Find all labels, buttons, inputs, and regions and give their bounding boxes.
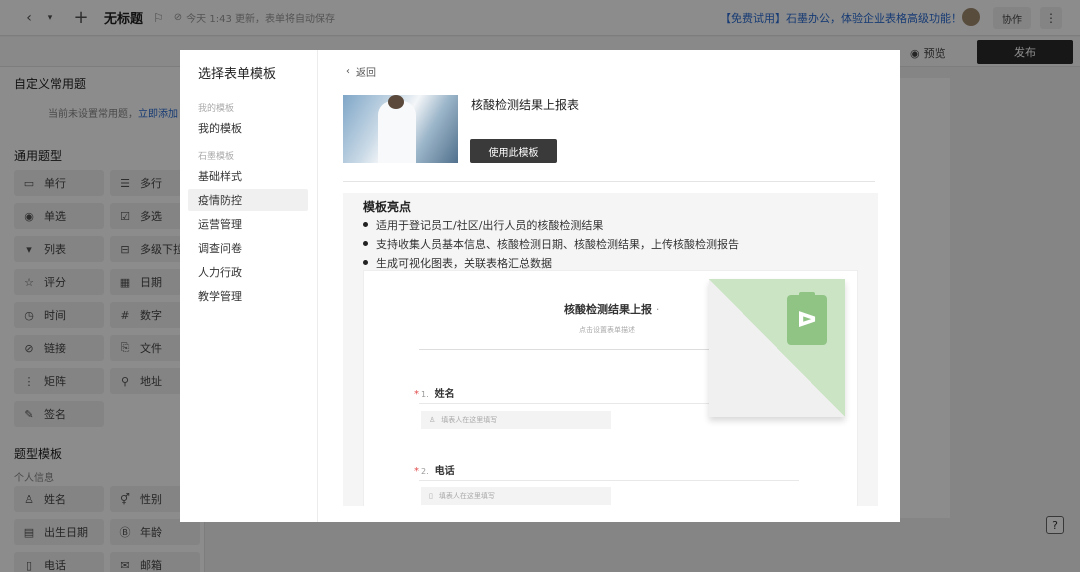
- highlight-item: 支持收集人员基本信息、核酸检测日期、核酸检测结果，上传核酸检测报告: [363, 234, 739, 253]
- category-item[interactable]: 教学管理: [188, 285, 308, 307]
- category-item[interactable]: 疫情防控: [188, 189, 308, 211]
- highlight-item: 适用于登记员工/社区/出行人员的核酸检测结果: [363, 215, 739, 234]
- category-mine-templates[interactable]: 我的模板: [188, 117, 308, 139]
- category-item[interactable]: 运营管理: [188, 213, 308, 235]
- divider: [343, 181, 875, 182]
- highlights-list: 适用于登记员工/社区/出行人员的核酸检测结果 支持收集人员基本信息、核酸检测日期…: [363, 215, 739, 272]
- preview-question: * 2. 电话: [414, 466, 455, 477]
- chevron-left-icon: ‹: [346, 66, 350, 77]
- category-item[interactable]: 基础样式: [188, 165, 308, 187]
- highlights-title: 模板亮点: [363, 200, 412, 214]
- preview-cover-image: ᐅ: [709, 279, 845, 417]
- modal-title: 选择表单模板: [198, 67, 277, 82]
- group-shimo-label: 石墨模板: [198, 152, 235, 162]
- group-mine-label: 我的模板: [198, 104, 235, 114]
- highlights-section: 模板亮点 适用于登记员工/社区/出行人员的核酸检测结果 支持收集人员基本信息、核…: [343, 193, 878, 506]
- form-preview: 核酸检测结果上报 · 点击设置表单描述 * 1. 姓名 ♙ 填表人在这里填写 * 2.…: [363, 270, 858, 506]
- modal-sidebar: 选择表单模板 我的模板 我的模板 石墨模板 基础样式 疫情防控 运营管理 调查问卷 人力…: [180, 50, 318, 522]
- dna-clipboard-icon: ᐅ: [787, 292, 827, 345]
- template-modal: 选择表单模板 我的模板 我的模板 石墨模板 基础样式 疫情防控 运营管理 调查问卷 人力…: [180, 50, 900, 522]
- modal-main: ‹ 返回 核酸检测结果上报表 使用此模板 模板亮点 适用于登记员工/社区/出行人…: [318, 50, 900, 522]
- preview-question: * 1. 姓名: [414, 389, 455, 400]
- back-button[interactable]: ‹ 返回: [346, 64, 376, 79]
- template-thumbnail: [343, 95, 458, 163]
- use-template-button[interactable]: 使用此模板: [470, 139, 557, 163]
- preview-form-desc: 点击设置表单描述: [579, 326, 635, 334]
- preview-input: ♙ 填表人在这里填写: [421, 411, 611, 429]
- template-name: 核酸检测结果上报表: [471, 98, 580, 112]
- category-item[interactable]: 调查问卷: [188, 237, 308, 259]
- phone-icon: ▯: [429, 492, 433, 500]
- preview-input: ▯ 填表人在这里填写: [421, 487, 611, 505]
- person-icon: ♙: [429, 416, 436, 424]
- category-item[interactable]: 人力行政: [188, 261, 308, 283]
- preview-form-title: 核酸检测结果上报 ·: [564, 303, 660, 316]
